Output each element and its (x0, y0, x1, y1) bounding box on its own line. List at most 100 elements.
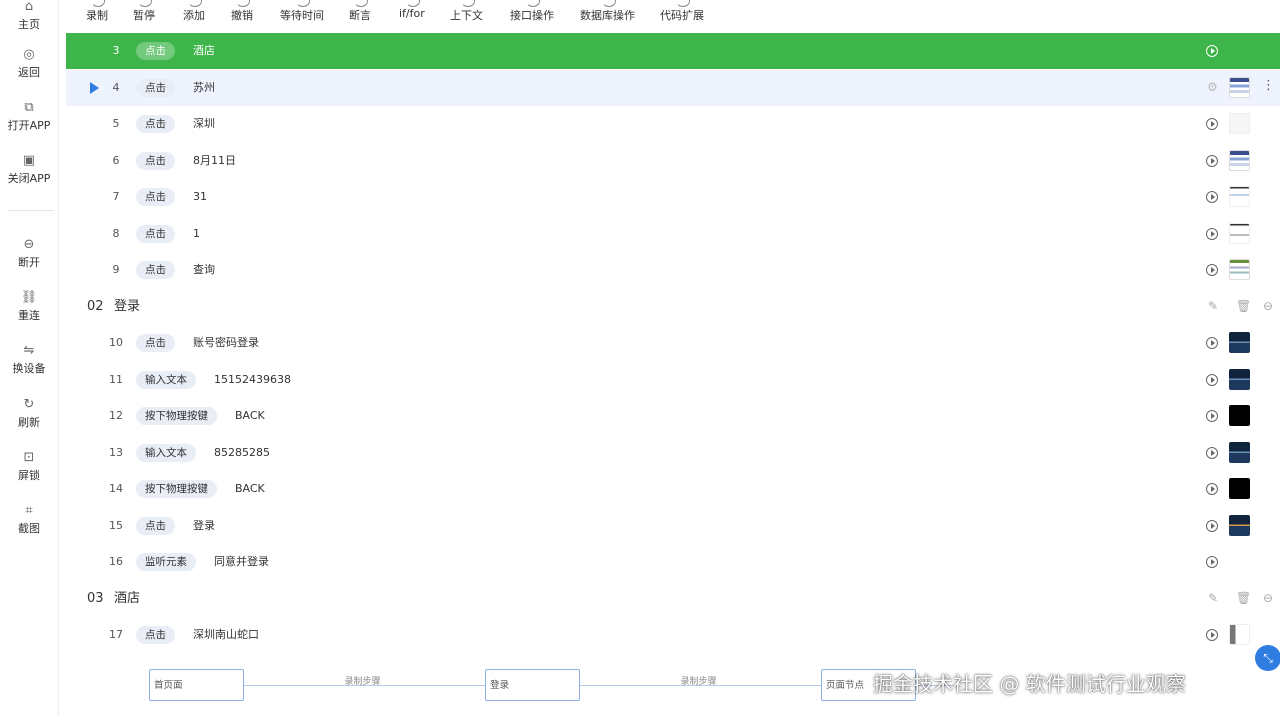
step-row[interactable]: 12 按下物理按键 BACK (66, 398, 1280, 434)
sidebar-item-3[interactable]: ▣ 关闭APP (0, 152, 58, 186)
screenshot-thumbnail[interactable] (1229, 514, 1250, 536)
step-number: 17 (109, 628, 123, 641)
play-step-icon[interactable] (1206, 45, 1218, 57)
step-row[interactable]: 11 输入文本 15152439638 (66, 362, 1280, 398)
screenshot-thumbnail[interactable] (1229, 441, 1250, 463)
play-step-icon[interactable] (1206, 373, 1218, 386)
step-target: 同意并登录 (214, 555, 269, 568)
screenshot-thumbnail[interactable] (1229, 624, 1250, 645)
step-row[interactable]: 9 点击 查询 (66, 252, 1280, 288)
play-step-icon[interactable] (1206, 191, 1218, 203)
group-number: 02 (87, 298, 104, 314)
toolbar-item-3[interactable]: 撤销 (231, 0, 253, 23)
step-row[interactable]: 10 点击 账号密码登录 (66, 325, 1280, 361)
sidebar-item-5[interactable]: ⛓ 重连 (0, 289, 58, 323)
action-tag: 输入文本 (136, 443, 196, 462)
collapse-icon[interactable]: ⊖ (1263, 591, 1273, 605)
step-row[interactable]: 7 点击 31 (66, 179, 1280, 215)
toolbar-item-4[interactable]: 等待时间 (280, 0, 324, 23)
group-header[interactable]: 02 登录 ✎ 🗑 ⊖ (66, 289, 1280, 325)
step-number: 7 (112, 190, 120, 203)
toolbar-icon (188, 0, 202, 7)
play-step-icon[interactable] (1206, 264, 1218, 276)
group-number: 03 (87, 590, 104, 606)
play-step-icon[interactable] (1206, 118, 1218, 130)
toolbar-item-1[interactable]: 暂停 (133, 0, 155, 23)
collapse-icon[interactable]: ⊖ (1263, 299, 1273, 313)
screenshot-thumbnail[interactable] (1229, 332, 1250, 353)
screenshot-thumbnail[interactable] (1229, 76, 1250, 98)
sidebar-item-0[interactable]: ⌂ 主页 (0, 0, 58, 32)
edit-icon[interactable]: ✎ (1208, 299, 1218, 313)
action-tag: 点击 (136, 115, 175, 133)
step-row[interactable]: 4 点击 苏州 ⚙ ⋮ (66, 69, 1280, 106)
screenshot-thumbnail[interactable] (1229, 405, 1250, 426)
sidebar-item-label: 屏锁 (18, 469, 40, 482)
more-options-icon[interactable]: ⋮ (1262, 78, 1275, 93)
group-header[interactable]: 03 酒店 ✎ 🗑 ⊖ (66, 581, 1280, 617)
action-tag: 点击 (136, 224, 175, 243)
flow-edge-label: 录制步骤 (680, 677, 717, 687)
screenshot-thumbnail[interactable] (1229, 259, 1250, 280)
play-step-icon[interactable] (1206, 446, 1218, 459)
toolbar-item-label: 等待时间 (280, 9, 324, 22)
toolbar-icon (526, 0, 540, 7)
sidebar-item-label: 截图 (18, 522, 40, 535)
play-step-icon[interactable] (1206, 483, 1218, 495)
toolbar-item-2[interactable]: 添加 (183, 0, 205, 23)
play-step-icon[interactable] (1206, 154, 1218, 167)
sidebar-item-1[interactable]: ◎ 返回 (0, 46, 58, 80)
toolbar-item-0[interactable]: 录制 (86, 0, 108, 23)
step-row[interactable]: 16 监听元素 同意并登录 (66, 544, 1280, 580)
toolbar-item-label: 断言 (349, 9, 371, 22)
toolbar-item-5[interactable]: 断言 (349, 0, 371, 23)
step-number: 11 (109, 372, 123, 386)
switch-icon: ⇋ (23, 343, 35, 358)
screenshot-thumbnail[interactable] (1229, 149, 1250, 171)
screenshot-thumbnail[interactable] (1229, 113, 1250, 134)
sidebar-item-2[interactable]: ⧉ 打开APP (0, 99, 58, 133)
flow-node[interactable]: 首页面 (149, 669, 244, 701)
collapse-button[interactable]: ⤡ (1255, 645, 1280, 671)
trash-icon[interactable]: 🗑 (1236, 299, 1251, 313)
step-row[interactable]: 15 点击 登录 (66, 508, 1280, 544)
step-row[interactable]: 6 点击 8月11日 (66, 143, 1280, 179)
step-row[interactable]: 17 点击 深圳南山蛇口 (66, 617, 1280, 653)
step-row[interactable]: 8 点击 1 (66, 216, 1280, 252)
step-row[interactable]: 14 按下物理按键 BACK (66, 471, 1280, 507)
screenshot-thumbnail[interactable] (1229, 222, 1250, 244)
screenshot-thumbnail[interactable] (1229, 368, 1250, 390)
watermark: 掘金技术社区 @ 软件测试行业观察 (873, 672, 1186, 696)
play-step-icon[interactable] (1206, 629, 1218, 641)
toolbar-item-label: 上下文 (450, 9, 483, 22)
flow-node[interactable]: 登录 (485, 669, 580, 701)
sidebar-item-4[interactable]: ⊖ 断开 (0, 236, 58, 270)
toolbar-item-9[interactable]: 数据库操作 (580, 0, 635, 23)
toolbar-item-6[interactable]: if/for (399, 0, 425, 20)
gear-icon[interactable]: ⚙ (1207, 80, 1218, 94)
screenshot-thumbnail[interactable] (1229, 186, 1250, 207)
trash-icon[interactable]: 🗑 (1236, 591, 1251, 605)
sidebar-item-8[interactable]: ⊡ 屏锁 (0, 449, 58, 483)
edit-icon[interactable]: ✎ (1208, 591, 1218, 605)
sidebar-item-9[interactable]: ⌗ 截图 (0, 502, 58, 536)
screenshot-thumbnail[interactable] (1229, 478, 1250, 499)
action-tag: 按下物理按键 (136, 480, 217, 498)
toolbar-item-8[interactable]: 接口操作 (510, 0, 554, 23)
step-row[interactable]: 5 点击 深圳 (66, 106, 1280, 142)
toolbar-item-7[interactable]: 上下文 (450, 0, 483, 23)
play-step-icon[interactable] (1206, 519, 1218, 532)
action-tag: 点击 (136, 261, 175, 279)
play-step-icon[interactable] (1206, 556, 1218, 568)
sidebar-item-7[interactable]: ↻ 刷新 (0, 396, 58, 430)
play-step-icon[interactable] (1206, 337, 1218, 349)
toolbar-item-10[interactable]: 代码扩展 (660, 0, 704, 23)
toolbar-item-label: 撤销 (231, 9, 253, 22)
sidebar-item-6[interactable]: ⇋ 换设备 (0, 342, 58, 376)
play-step-icon[interactable] (1206, 227, 1218, 240)
step-number: 15 (109, 518, 123, 532)
step-target: 深圳 (193, 117, 215, 130)
step-row[interactable]: 13 输入文本 85285285 (66, 435, 1280, 471)
play-step-icon[interactable] (1206, 410, 1218, 422)
step-row[interactable]: 3 点击 酒店 (66, 33, 1280, 69)
